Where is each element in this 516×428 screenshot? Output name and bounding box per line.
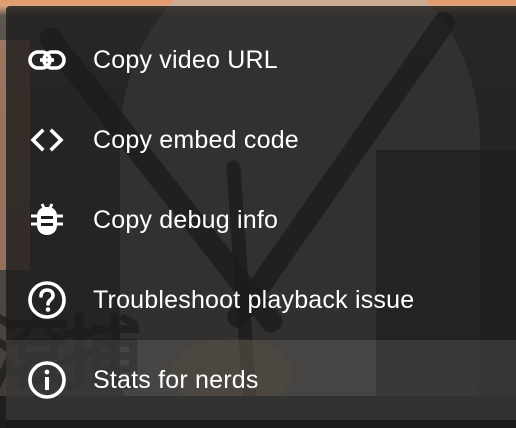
menu-item-troubleshoot-playback[interactable]: Troubleshoot playback issue — [6, 260, 516, 340]
menu-item-copy-video-url[interactable]: Copy video URL — [6, 20, 516, 100]
menu-item-stats-for-nerds[interactable]: Stats for nerds — [6, 340, 516, 420]
link-icon — [25, 38, 69, 82]
info-circle-icon — [25, 358, 69, 402]
menu-item-label: Copy embed code — [93, 125, 299, 154]
menu-item-copy-debug-info[interactable]: Copy debug info — [6, 180, 516, 260]
player-context-menu: Copy video URL Copy embed code Copy debu… — [6, 6, 516, 428]
menu-item-label: Troubleshoot playback issue — [93, 285, 415, 314]
menu-item-label: Copy debug info — [93, 205, 279, 234]
menu-item-label: Copy video URL — [93, 45, 278, 74]
question-circle-icon — [25, 278, 69, 322]
menu-item-copy-embed-code[interactable]: Copy embed code — [6, 100, 516, 180]
code-brackets-icon — [25, 118, 69, 162]
menu-item-label: Stats for nerds — [93, 365, 259, 394]
bug-icon — [25, 198, 69, 242]
